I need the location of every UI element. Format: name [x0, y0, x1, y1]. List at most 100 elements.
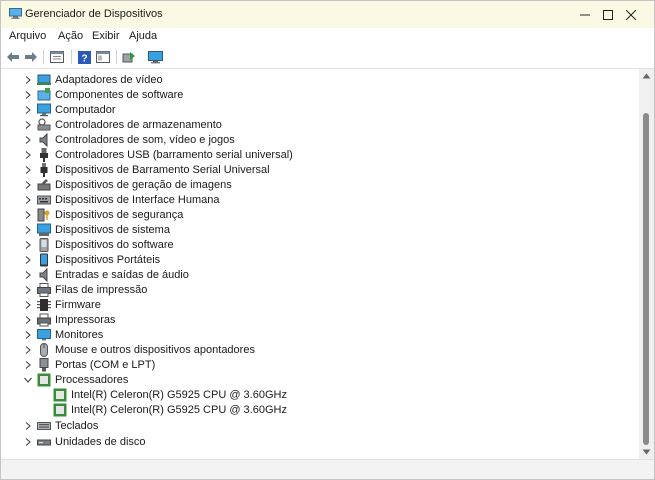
port-icon — [39, 358, 49, 372]
camera-icon — [37, 179, 51, 191]
action-window-button[interactable] — [95, 49, 111, 65]
back-button[interactable] — [5, 49, 21, 65]
tree-item-monitores[interactable]: Monitores — [23, 328, 623, 343]
close-icon — [626, 9, 636, 20]
chevron-down-icon[interactable] — [23, 375, 33, 385]
storage-controller-icon — [37, 118, 51, 131]
tree-item-filas-impressao[interactable]: Filas de impressão — [23, 283, 623, 298]
properties-view-button[interactable] — [49, 49, 65, 65]
chevron-right-icon[interactable] — [23, 225, 33, 235]
tree-item-label: Dispositivos de Barramento Serial Univer… — [55, 164, 270, 176]
arrow-left-icon — [7, 52, 19, 62]
tree-item-label: Controladores de armazenamento — [55, 119, 222, 131]
tree-item-adaptadores-de-video[interactable]: Adaptadores de vídeo — [23, 73, 623, 88]
printer-icon — [37, 313, 51, 327]
chevron-right-icon[interactable] — [23, 135, 33, 145]
tree-item-mouse[interactable]: Mouse e outros dispositivos apontadores — [23, 343, 623, 358]
menu-acao[interactable]: Ação — [58, 30, 83, 42]
chevron-right-icon[interactable] — [23, 105, 33, 115]
security-key-icon — [37, 208, 50, 222]
tree-item-label: Entradas e saídas de áudio — [55, 269, 189, 281]
tree-item-dispositivos-software[interactable]: Dispositivos do software — [23, 238, 623, 253]
processor-icon — [53, 388, 67, 402]
scrollbar-thumb[interactable] — [643, 113, 649, 445]
disk-drive-icon — [37, 439, 51, 446]
scroll-up-arrow-icon[interactable] — [642, 73, 651, 79]
toolbar-separator — [43, 50, 44, 64]
tree-item-dispositivos-geracao-imagens[interactable]: Dispositivos de geração de imagens — [23, 178, 623, 193]
tree-item-label: Dispositivos de geração de imagens — [55, 179, 232, 191]
tree-item-label: Controladores USB (barramento serial uni… — [55, 149, 293, 161]
tree-item-label: Dispositivos do software — [55, 239, 174, 251]
tree-item-dispositivos-sistema[interactable]: Dispositivos de sistema — [23, 223, 623, 238]
tree-item-controladores-de-som[interactable]: Controladores de som, vídeo e jogos — [23, 133, 623, 148]
chevron-right-icon[interactable] — [23, 285, 33, 295]
tree-item-controladores-usb[interactable]: Controladores USB (barramento serial uni… — [23, 148, 623, 163]
tree-item-impressoras[interactable]: Impressoras — [23, 313, 623, 328]
scan-hardware-button[interactable] — [147, 49, 163, 65]
update-driver-button[interactable] — [121, 49, 137, 65]
chevron-right-icon[interactable] — [23, 120, 33, 130]
speaker-icon — [39, 133, 48, 147]
chevron-right-icon[interactable] — [23, 345, 33, 355]
window-icon — [96, 51, 110, 63]
tree-item-dispositivos-barramento-serial[interactable]: Dispositivos de Barramento Serial Univer… — [23, 163, 623, 178]
computer-icon — [37, 103, 51, 117]
tree-item-label: Impressoras — [55, 314, 116, 326]
forward-button[interactable] — [23, 49, 39, 65]
vertical-scrollbar[interactable] — [639, 69, 654, 459]
tree-item-label: Dispositivos de sistema — [55, 224, 170, 236]
chevron-right-icon[interactable] — [23, 330, 33, 340]
tree-item-computador[interactable]: Computador — [23, 103, 623, 118]
chevron-right-icon[interactable] — [23, 90, 33, 100]
tree-item-label: Intel(R) Celeron(R) G5925 CPU @ 3.60GHz — [71, 404, 287, 416]
tree-item-label: Controladores de som, vídeo e jogos — [55, 134, 235, 146]
tree-item-label: Firmware — [55, 299, 101, 311]
close-button[interactable] — [608, 1, 654, 28]
menu-ajuda[interactable]: Ajuda — [129, 30, 157, 42]
chevron-right-icon[interactable] — [23, 300, 33, 310]
chevron-right-icon[interactable] — [23, 255, 33, 265]
menu-exibir[interactable]: Exibir — [92, 30, 120, 42]
chevron-right-icon[interactable] — [23, 165, 33, 175]
chevron-right-icon[interactable] — [23, 421, 33, 431]
tree-item-componentes-de-software[interactable]: Componentes de software — [23, 88, 623, 103]
chevron-right-icon[interactable] — [23, 270, 33, 280]
chevron-right-icon[interactable] — [23, 437, 33, 447]
tree-item-firmware[interactable]: Firmware — [23, 298, 623, 313]
tree-item-dispositivos-interface-humana[interactable]: Dispositivos de Interface Humana — [23, 193, 623, 208]
properties-window-icon — [50, 51, 64, 63]
chevron-right-icon[interactable] — [23, 195, 33, 205]
tree-item-portas[interactable]: Portas (COM e LPT) — [23, 358, 623, 373]
chevron-right-icon[interactable] — [23, 360, 33, 370]
tree-item-entradas-saidas-audio[interactable]: Entradas e saídas de áudio — [23, 268, 623, 283]
scan-monitor-icon — [147, 50, 163, 63]
scroll-down-arrow-icon[interactable] — [642, 449, 651, 455]
tree-item-processor-child[interactable]: Intel(R) Celeron(R) G5925 CPU @ 3.60GHz — [53, 403, 639, 418]
menu-arquivo[interactable]: Arquivo — [9, 30, 46, 42]
tree-item-label: Mouse e outros dispositivos apontadores — [55, 344, 255, 356]
chevron-right-icon[interactable] — [23, 75, 33, 85]
device-manager-window: Gerenciador de Dispositivos Arquivo Ação… — [0, 0, 655, 480]
title-bar[interactable]: Gerenciador de Dispositivos — [1, 1, 654, 28]
help-button[interactable]: ? — [76, 49, 92, 65]
tree-item-dispositivos-portateis[interactable]: Dispositivos Portáteis — [23, 253, 623, 268]
tree-item-dispositivos-seguranca[interactable]: Dispositivos de segurança — [23, 208, 623, 223]
chevron-right-icon[interactable] — [23, 150, 33, 160]
chevron-right-icon[interactable] — [23, 240, 33, 250]
chevron-right-icon[interactable] — [23, 315, 33, 325]
software-device-icon — [39, 238, 49, 252]
tree-item-label: Intel(R) Celeron(R) G5925 CPU @ 3.60GHz — [71, 389, 287, 401]
toolbar: ? — [1, 45, 654, 69]
chevron-right-icon[interactable] — [23, 180, 33, 190]
chevron-right-icon[interactable] — [23, 210, 33, 220]
tree-item-label: Dispositivos Portáteis — [55, 254, 161, 266]
mouse-icon — [40, 343, 48, 357]
tree-item-controladores-de-armazenamento[interactable]: Controladores de armazenamento — [23, 118, 623, 133]
tree-item-processor-child[interactable]: Intel(R) Celeron(R) G5925 CPU @ 3.60GHz — [53, 388, 639, 403]
tree-item-unidades-disco[interactable]: Unidades de disco — [23, 435, 623, 450]
tree-item-teclados[interactable]: Teclados — [23, 419, 623, 434]
processor-icon — [53, 403, 67, 417]
tree-item-processadores[interactable]: Processadores — [23, 373, 623, 388]
device-tree[interactable]: Adaptadores de vídeo Componentes de soft… — [1, 69, 639, 459]
